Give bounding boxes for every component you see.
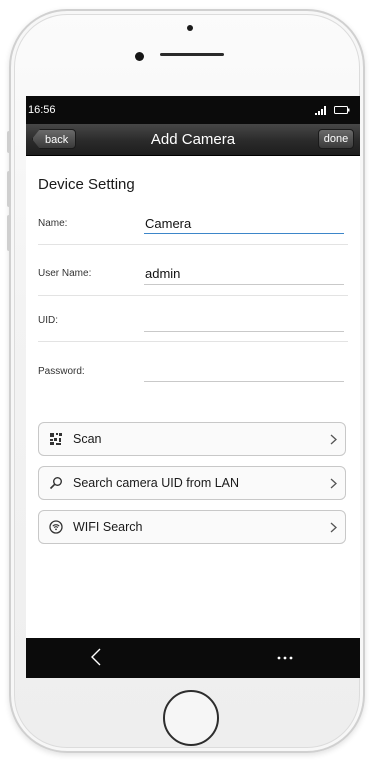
uid-label: UID: bbox=[38, 315, 58, 326]
scan-button[interactable]: Scan bbox=[38, 422, 346, 456]
username-field-underline bbox=[144, 284, 344, 285]
status-time: 16:56 bbox=[28, 104, 56, 116]
username-field[interactable] bbox=[144, 264, 345, 282]
page: 16:56 back Add Camera done Device Settin… bbox=[0, 0, 376, 762]
wifi-icon bbox=[49, 520, 63, 534]
search-lan-button[interactable]: Search camera UID from LAN bbox=[38, 466, 346, 500]
back-arrow-icon[interactable] bbox=[90, 648, 102, 666]
bottom-navigation-bar bbox=[26, 638, 360, 678]
front-camera bbox=[135, 52, 144, 61]
proximity-sensor bbox=[187, 25, 193, 31]
password-label: Password: bbox=[38, 366, 85, 377]
wifi-search-button[interactable]: WIFI Search bbox=[38, 510, 346, 544]
username-label: User Name: bbox=[38, 268, 92, 279]
mute-switch bbox=[7, 131, 11, 153]
volume-down-button bbox=[7, 215, 11, 251]
signal-icon bbox=[315, 106, 326, 115]
chevron-right-icon bbox=[330, 522, 337, 533]
wifi-search-label: WIFI Search bbox=[73, 520, 143, 534]
uid-field[interactable] bbox=[144, 312, 345, 330]
divider bbox=[38, 244, 348, 245]
status-bar: 16:56 bbox=[26, 96, 360, 124]
uid-row: UID: bbox=[26, 304, 360, 344]
scan-label: Scan bbox=[73, 432, 102, 446]
earpiece-speaker bbox=[160, 53, 224, 56]
done-button[interactable]: done bbox=[318, 129, 354, 149]
more-options-icon[interactable] bbox=[276, 656, 294, 660]
chevron-right-icon bbox=[330, 434, 337, 445]
search-icon bbox=[49, 477, 62, 490]
password-field-underline bbox=[144, 381, 344, 382]
battery-icon bbox=[334, 106, 350, 114]
search-lan-label: Search camera UID from LAN bbox=[73, 476, 240, 490]
navigation-bar: back Add Camera done bbox=[26, 124, 360, 156]
qr-scan-icon bbox=[50, 433, 62, 445]
username-row: User Name: bbox=[26, 254, 360, 294]
uid-field-underline bbox=[144, 331, 344, 332]
password-row: Password: bbox=[26, 352, 360, 392]
page-title: Add Camera bbox=[150, 131, 236, 148]
password-field[interactable] bbox=[144, 362, 345, 380]
name-field[interactable] bbox=[144, 214, 345, 232]
phone-screen: 16:56 back Add Camera done Device Settin… bbox=[26, 96, 360, 678]
divider bbox=[38, 341, 348, 342]
section-title: Device Setting bbox=[38, 176, 135, 193]
name-field-underline bbox=[144, 233, 344, 234]
name-row: Name: bbox=[26, 204, 360, 244]
volume-up-button bbox=[7, 171, 11, 207]
divider bbox=[38, 295, 348, 296]
name-label: Name: bbox=[38, 218, 68, 229]
home-button[interactable] bbox=[163, 690, 219, 746]
chevron-right-icon bbox=[330, 478, 337, 489]
